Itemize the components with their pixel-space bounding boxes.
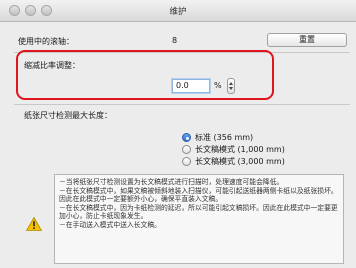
scale-adjust-label: 缩减比率调整： xyxy=(24,61,80,70)
roller-counter-label: 使用中的滚轴： xyxy=(18,37,74,46)
radio-standard[interactable]: 标准 (356 mm) xyxy=(182,132,253,143)
radio-long-3000[interactable]: 长文稿模式 (3,000 mm) xyxy=(182,156,285,167)
radio-button[interactable] xyxy=(182,145,191,154)
note-line: －在长文稿模式中，如果文稿被倾斜地装入扫描仪，可能引起送纸器两侧卡纸以及纸张损坏… xyxy=(59,186,338,204)
window-title: 维护 xyxy=(169,7,187,17)
stepper-down-icon[interactable] xyxy=(229,87,233,90)
note-line: －当将纸张尺寸检测设置为长文稿模式进行扫描时，处理速度可能会降低。 xyxy=(59,178,284,186)
scale-ratio-input[interactable]: 0.0 xyxy=(172,79,210,93)
warning-icon xyxy=(26,217,42,231)
reset-button[interactable]: 重置 xyxy=(267,33,347,47)
warning-notes-box: －当将纸张尺寸检测设置为长文稿模式进行扫描时，处理速度可能会降低。 －在长文稿模… xyxy=(54,174,344,264)
note-line: －在手动送入模式中送入长文稿。 xyxy=(59,220,161,229)
radio-label: 长文稿模式 (3,000 mm) xyxy=(195,157,285,166)
stepper-up-icon[interactable] xyxy=(229,82,233,85)
radio-label: 长文稿模式 (1,000 mm) xyxy=(195,145,285,154)
radio-long-1000[interactable]: 长文稿模式 (1,000 mm) xyxy=(182,144,285,155)
scale-ratio-stepper[interactable] xyxy=(227,78,235,94)
highlight-outline xyxy=(16,50,274,100)
percent-unit: % xyxy=(214,81,222,90)
title-bar: 维护 xyxy=(0,0,356,22)
radio-label: 标准 (356 mm) xyxy=(195,133,254,142)
doc-length-label: 纸张尺寸检测最大长度： xyxy=(24,111,112,120)
radio-button-selected[interactable] xyxy=(182,133,191,142)
radio-button[interactable] xyxy=(182,157,191,166)
note-line: －在长文稿模式中，因为卡纸检测的延迟，所以可能引起文稿损坏。因此在此模式中一定要… xyxy=(59,203,338,221)
roller-counter-value: 8 xyxy=(172,36,178,45)
divider xyxy=(14,104,350,105)
